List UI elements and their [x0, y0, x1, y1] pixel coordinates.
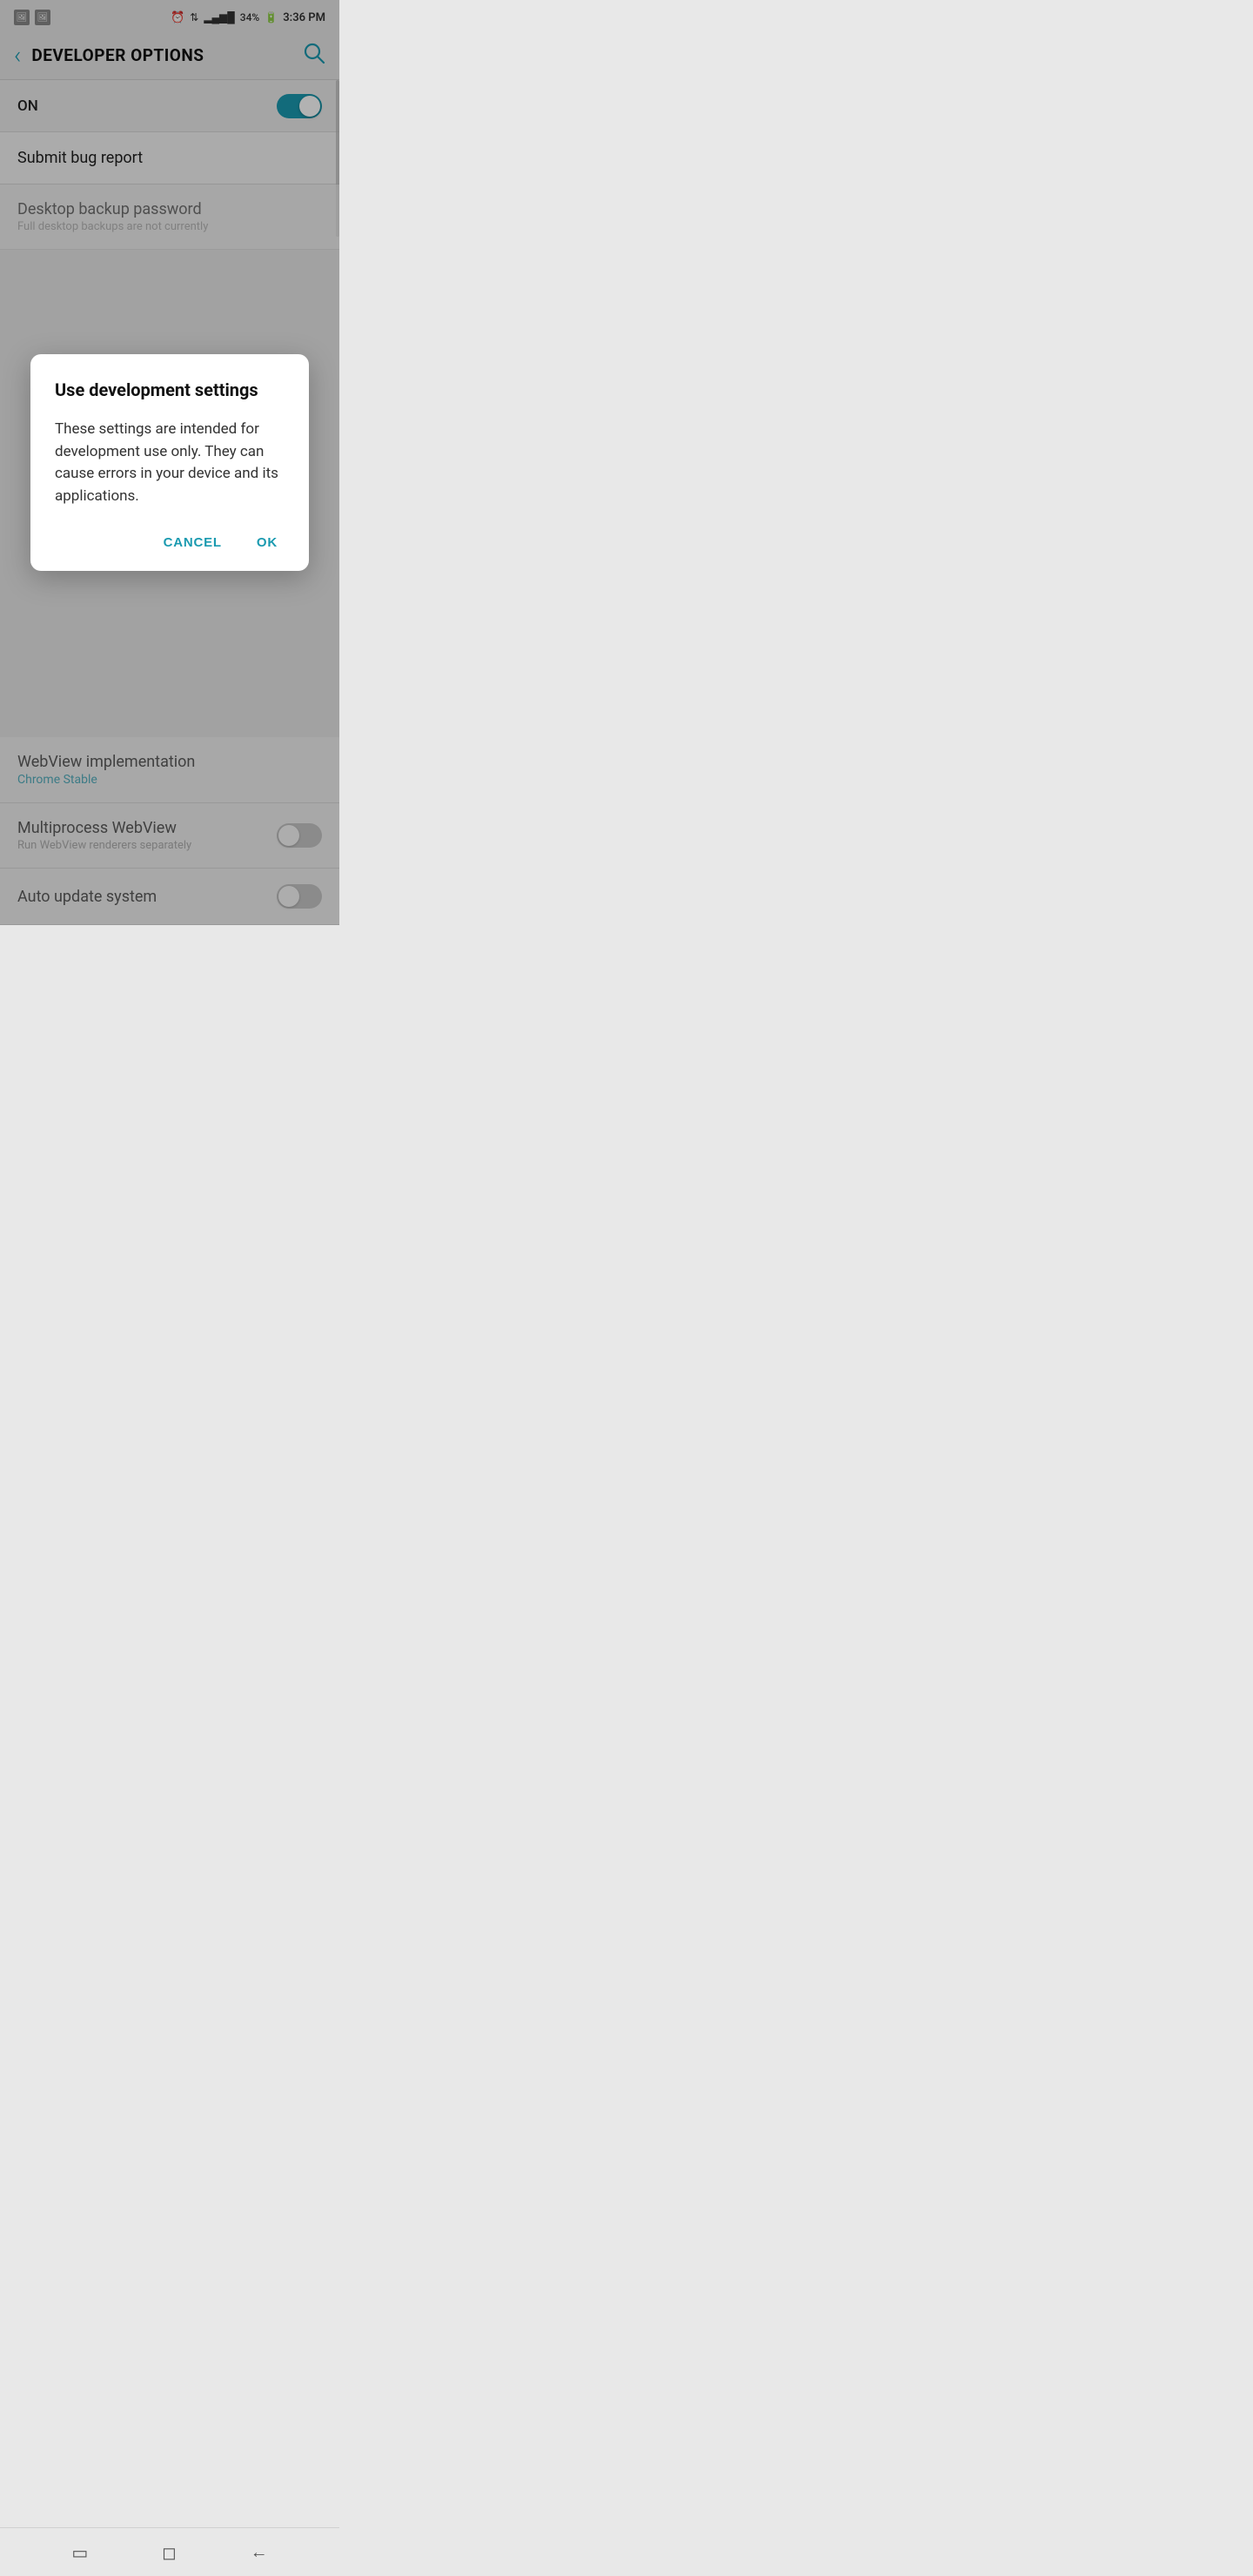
ok-button[interactable]: OK: [250, 532, 285, 553]
dialog: Use development settings These settings …: [30, 354, 309, 571]
bottom-navigation: ▭ ◻ ←: [0, 2527, 339, 2576]
cancel-button[interactable]: CANCEL: [157, 532, 229, 553]
home-button[interactable]: ◻: [162, 2542, 177, 2563]
dialog-title: Use development settings: [55, 379, 285, 401]
dialog-actions: CANCEL OK: [55, 532, 285, 553]
dialog-overlay: Use development settings These settings …: [0, 0, 339, 925]
back-nav-button[interactable]: ←: [251, 2541, 268, 2563]
dialog-body: These settings are intended for developm…: [55, 419, 285, 507]
recent-apps-button[interactable]: ▭: [71, 2542, 88, 2563]
